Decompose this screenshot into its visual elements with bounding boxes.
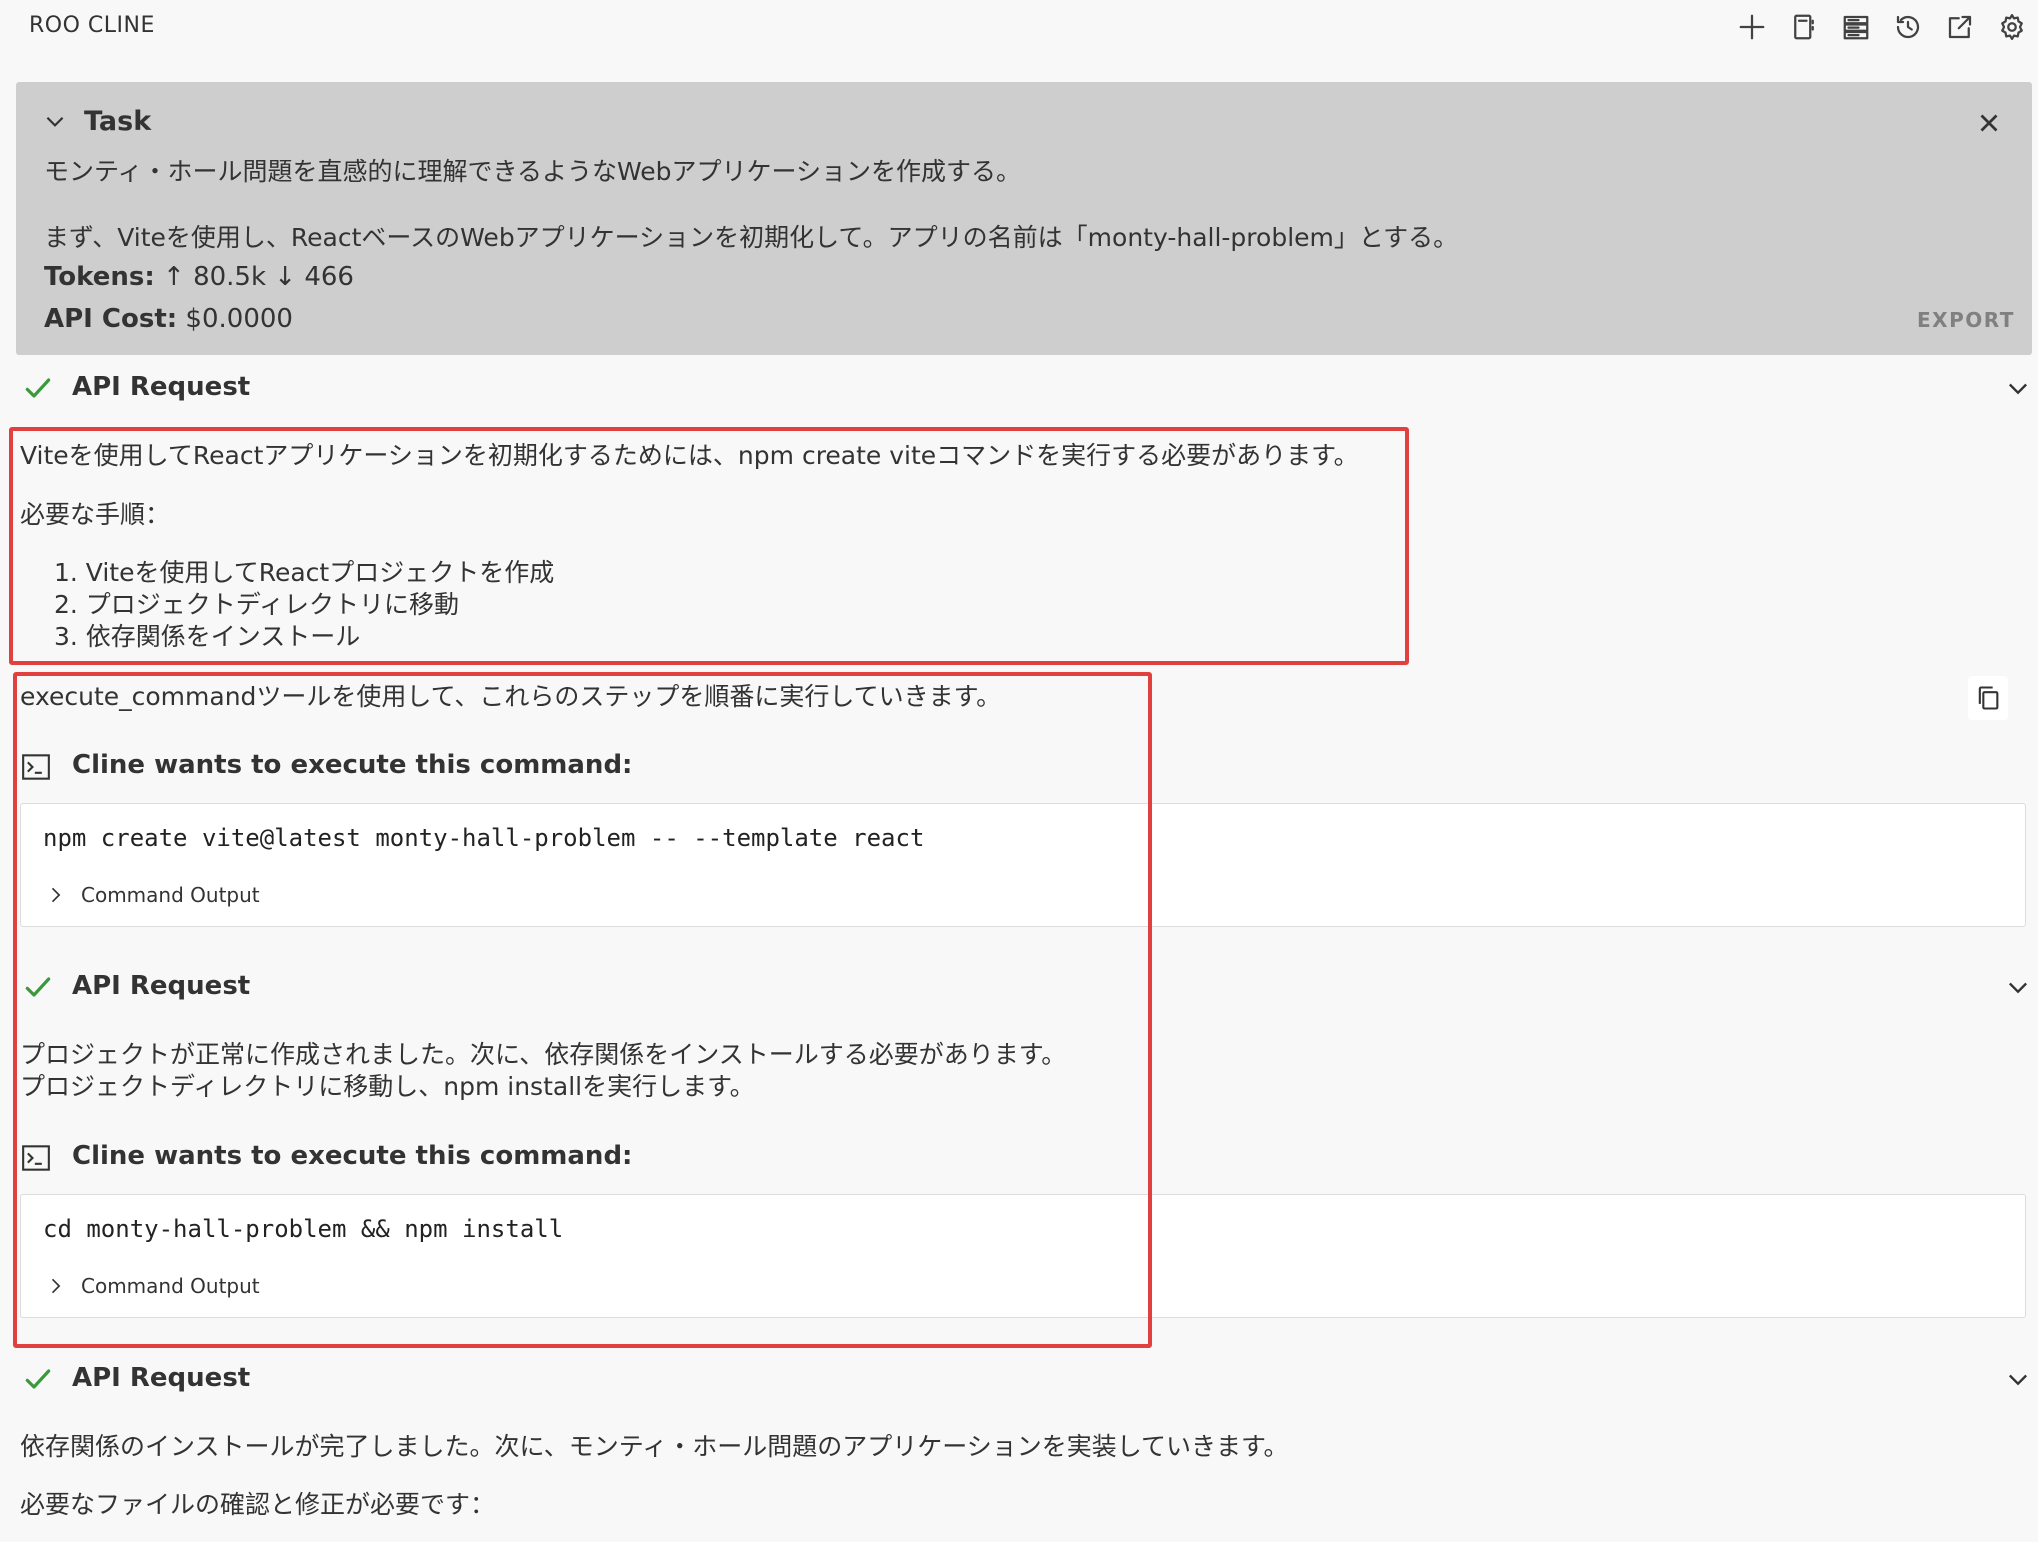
message-text: プロジェクトディレクトリに移動し、npm installを実行します。 (20, 1072, 755, 1101)
history-button[interactable] (1890, 8, 1926, 46)
command-output-label: Command Output (81, 1274, 260, 1298)
command-text: npm create vite@latest monty-hall-proble… (43, 824, 925, 852)
close-task-button[interactable] (1974, 108, 2004, 138)
message-text: 依存関係のインストールが完了しました。次に、モンティ・ホール問題のアプリケーショ… (20, 1432, 1289, 1461)
api-request-row[interactable]: API Request (22, 368, 2032, 408)
chevron-down-icon[interactable] (2004, 374, 2032, 402)
terminal-icon (22, 754, 50, 780)
chevron-right-icon (51, 1278, 61, 1294)
api-request-row[interactable]: API Request (22, 1359, 2032, 1399)
cost-label: API Cost: (44, 304, 178, 334)
toolbar (1734, 8, 2030, 46)
message-text: 必要な手順： (20, 500, 171, 529)
command-output-label: Command Output (81, 883, 260, 907)
chevron-down-icon[interactable] (2004, 973, 2032, 1001)
command-title: Cline wants to execute this command: (72, 750, 633, 780)
chevron-right-icon (51, 887, 61, 903)
open-in-tab-button[interactable] (1942, 8, 1978, 46)
notebook-icon (1794, 14, 1814, 40)
check-icon (22, 971, 54, 1003)
gear-icon (2001, 14, 2023, 40)
new-task-button[interactable] (1734, 8, 1770, 46)
export-button[interactable]: EXPORT (1917, 308, 2015, 332)
tokens-down: ↓ 466 (274, 262, 354, 292)
mcp-servers-button[interactable] (1838, 8, 1874, 46)
terminal-icon (22, 1145, 50, 1171)
chevron-down-icon (46, 116, 64, 127)
server-icon (1843, 15, 1869, 40)
app-title: ROO CLINE (29, 13, 155, 38)
close-icon (1980, 114, 1998, 132)
api-request-row[interactable]: API Request (22, 967, 2032, 1007)
task-text-line2: まず、Viteを使用し、ReactベースのWebアプリケーションを初期化して。ア… (44, 223, 1459, 252)
chevron-down-icon[interactable] (2004, 1365, 2032, 1393)
list-item: 2. プロジェクトディレクトリに移動 (54, 590, 460, 619)
message-text: 必要なファイルの確認と修正が必要です： (20, 1490, 496, 1519)
copy-icon (1978, 686, 1999, 710)
message-text: プロジェクトが正常に作成されました。次に、依存関係をインストールする必要がありま… (20, 1040, 1067, 1069)
prompts-button[interactable] (1786, 8, 1822, 46)
command-text: cd monty-hall-problem && npm install (43, 1215, 564, 1243)
api-request-label: API Request (72, 1363, 251, 1393)
list-item: 1. Viteを使用してReactプロジェクトを作成 (54, 558, 555, 587)
command-output-toggle[interactable]: Command Output (45, 880, 260, 910)
check-icon (22, 1363, 54, 1395)
api-request-label: API Request (72, 971, 251, 1001)
message-text: execute_commandツールを使用して、これらのステップを順番に実行して… (20, 682, 1002, 711)
tokens-row: Tokens: ↑ 80.5k ↓ 466 (44, 262, 354, 292)
cost-row: API Cost: $0.0000 (44, 304, 293, 334)
history-icon (1896, 15, 1920, 39)
command-box: npm create vite@latest monty-hall-proble… (20, 803, 2026, 927)
api-request-label: API Request (72, 372, 251, 402)
command-title: Cline wants to execute this command: (72, 1141, 633, 1171)
tokens-label: Tokens: (44, 262, 155, 292)
settings-button[interactable] (1994, 8, 2030, 46)
task-label: Task (84, 106, 152, 137)
task-collapse-toggle[interactable] (42, 108, 68, 134)
command-box: cd monty-hall-problem && npm install Com… (20, 1194, 2026, 1318)
copy-button[interactable] (1968, 676, 2008, 720)
message-text: Viteを使用してReactアプリケーションを初期化するためには、npm cre… (20, 441, 1359, 470)
command-output-toggle[interactable]: Command Output (45, 1271, 260, 1301)
check-icon (22, 372, 54, 404)
list-item: 3. 依存関係をインストール (54, 622, 361, 651)
plus-icon (1739, 14, 1765, 40)
task-text-line1: モンティ・ホール問題を直感的に理解できるようなWebアプリケーションを作成する。 (44, 157, 1022, 186)
cost-value: $0.0000 (185, 304, 293, 334)
tokens-up: ↑ 80.5k (163, 262, 267, 292)
link-external-icon (1948, 15, 1972, 39)
